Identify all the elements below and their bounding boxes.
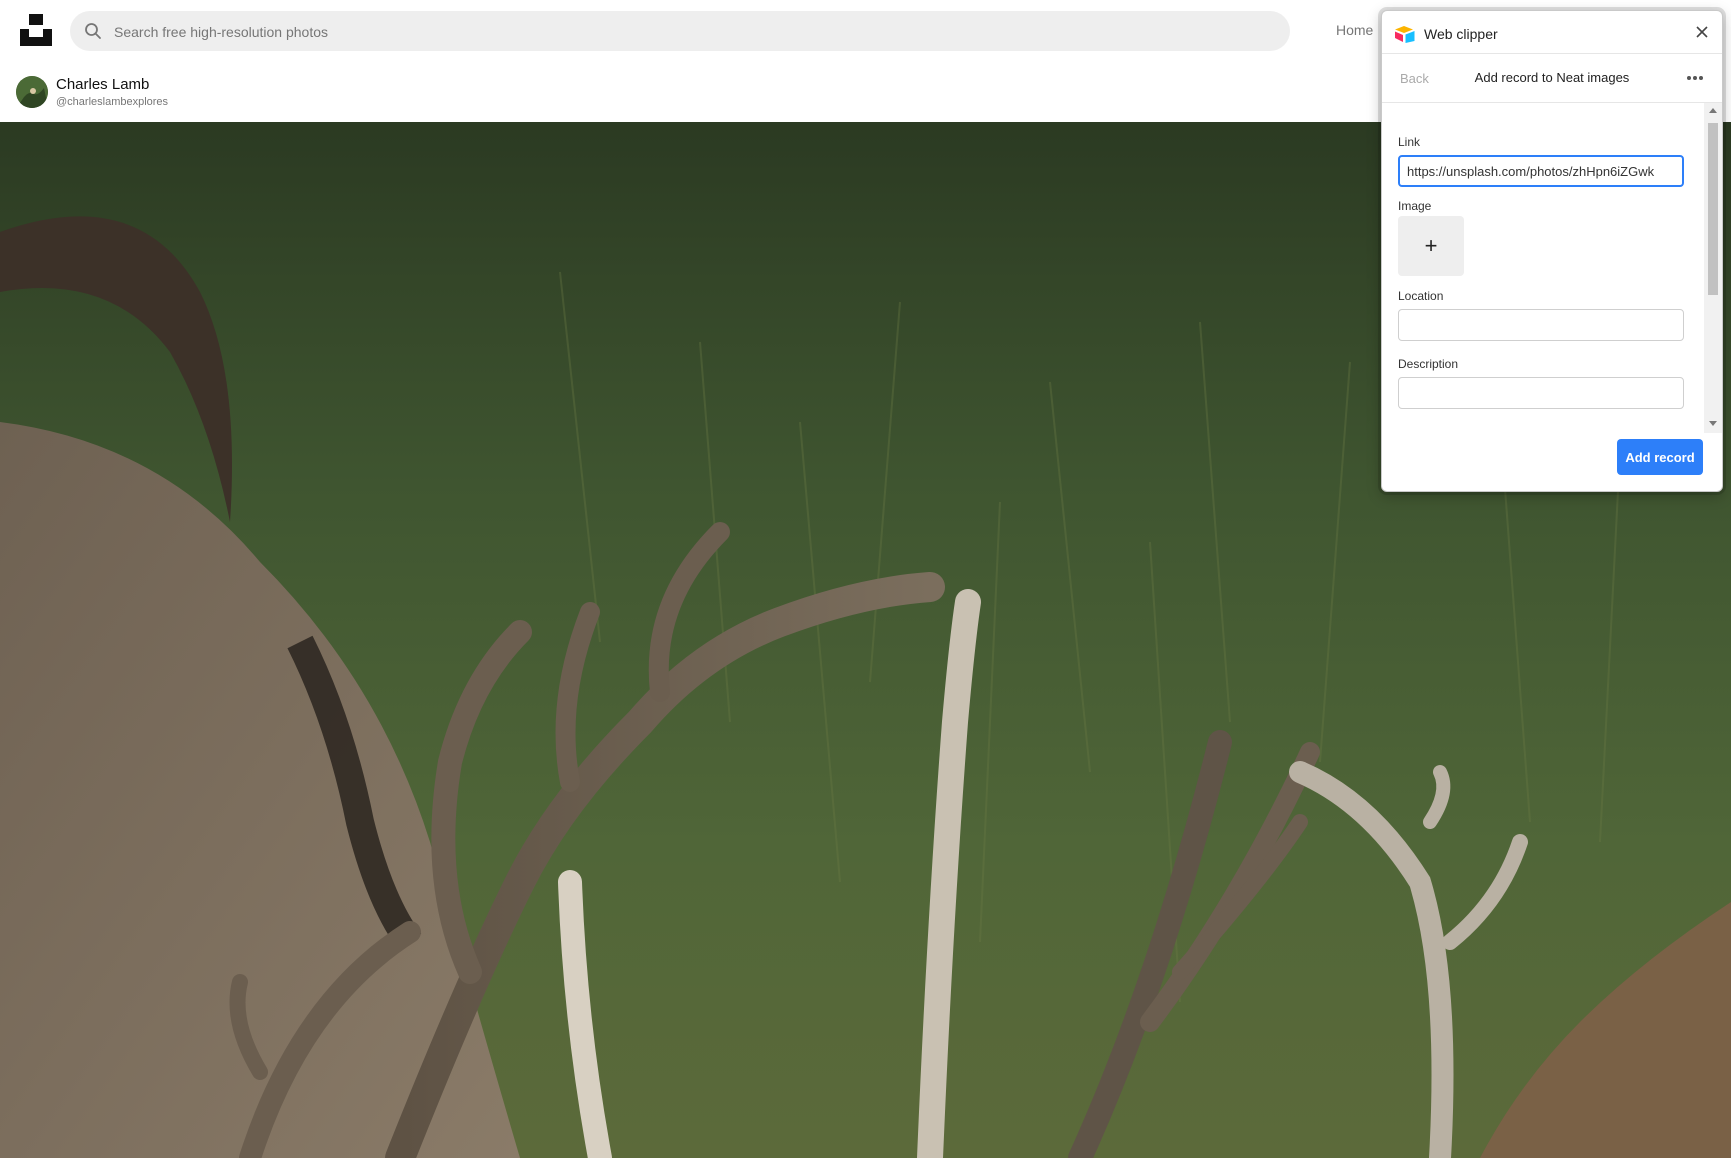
more-options-icon[interactable] bbox=[1682, 66, 1708, 90]
location-field[interactable] bbox=[1398, 309, 1684, 341]
clipper-form: Link Image + Location Description bbox=[1382, 103, 1704, 433]
scroll-up-arrow-icon[interactable] bbox=[1709, 107, 1717, 113]
clipper-subtitle: Add record to Neat images bbox=[1474, 70, 1630, 85]
form-scrollbar[interactable] bbox=[1704, 103, 1722, 433]
avatar[interactable] bbox=[16, 76, 48, 108]
close-icon[interactable] bbox=[1691, 21, 1713, 43]
unsplash-logo-icon[interactable] bbox=[20, 14, 52, 46]
search-icon[interactable] bbox=[84, 22, 102, 40]
clipper-title: Web clipper bbox=[1424, 26, 1498, 42]
link-field[interactable] bbox=[1398, 155, 1684, 187]
add-image-button[interactable]: + bbox=[1398, 216, 1464, 276]
avatar-image bbox=[16, 76, 48, 108]
scroll-down-arrow-icon[interactable] bbox=[1709, 421, 1717, 427]
search-input[interactable] bbox=[112, 11, 1276, 53]
photographer-handle[interactable]: @charleslambexplores bbox=[56, 96, 168, 108]
description-label: Description bbox=[1398, 357, 1459, 371]
scrollbar-thumb[interactable] bbox=[1708, 123, 1718, 295]
clipper-header: Web clipper bbox=[1382, 11, 1722, 54]
location-label: Location bbox=[1398, 289, 1444, 303]
clipper-subheader: Back Add record to Neat images bbox=[1382, 54, 1722, 103]
web-clipper-panel: Web clipper Back Add record to Neat imag… bbox=[1381, 10, 1723, 492]
image-label: Image bbox=[1398, 199, 1432, 213]
airtable-logo-icon bbox=[1395, 26, 1415, 43]
search-bar bbox=[70, 11, 1290, 53]
nav-home-link[interactable]: Home bbox=[1336, 22, 1373, 38]
description-field[interactable] bbox=[1398, 377, 1684, 409]
photographer-name[interactable]: Charles Lamb bbox=[56, 76, 149, 93]
add-record-button[interactable]: Add record bbox=[1617, 439, 1703, 475]
link-label: Link bbox=[1398, 135, 1421, 149]
